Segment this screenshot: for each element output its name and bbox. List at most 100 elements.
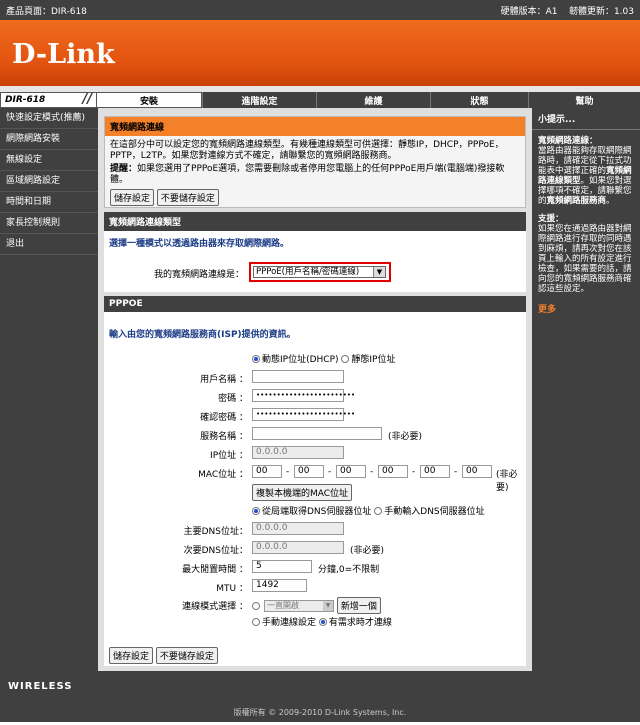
secondary-dns-input[interactable]: 0.0.0.0 <box>252 541 344 554</box>
service-name-input[interactable] <box>252 427 382 440</box>
mac-separator: - <box>286 467 290 477</box>
password-input[interactable]: •••••••••••••••••••••••• <box>252 389 355 402</box>
username-input[interactable] <box>252 370 344 383</box>
intro-title: 寬頻網路連線 <box>105 117 525 136</box>
ip-address-label: IP位址 ： <box>210 451 248 461</box>
mac-separator: - <box>328 467 332 477</box>
confirm-password-label: 確認密碼 ： <box>200 413 248 423</box>
connection-type-selected: PPPoE(用戶名稱/密碼連線) <box>256 267 360 277</box>
idle-time-label: 最大閒置時間 ： <box>182 565 248 575</box>
cancel-button-bottom[interactable]: 不要儲存設定 <box>155 647 218 664</box>
pppoe-title: PPPOE <box>104 296 526 312</box>
hardware-version: 硬體版本：A1 <box>500 6 558 17</box>
copyright: 版權所有 © 2009-2010 D-Link Systems, Inc. <box>0 701 640 722</box>
tab-advanced[interactable]: 進階設定 <box>202 92 316 108</box>
main-navigation: DIR-618 // 安裝 進階設定 維護 狀態 幫助 <box>0 92 640 108</box>
wireless-brand: WIRELESS <box>8 681 73 692</box>
clone-mac-button[interactable]: 複製本機端的MAC位址 <box>252 484 353 501</box>
idle-time-unit: 分鐘,0=不限制 <box>318 565 380 575</box>
bottom-buttons: 儲存設定 不要儲存設定 <box>109 647 218 664</box>
sidebar-item-quick-setup[interactable]: 快速設定模式(推薦) <box>0 108 98 129</box>
cancel-button-top[interactable]: 不要儲存設定 <box>156 189 219 206</box>
dns-manual-label: 手動輸入DNS伺服器位址 <box>384 507 485 517</box>
username-label: 用戶名稱 ： <box>200 375 248 385</box>
mac-optional: (非必要) <box>496 470 518 493</box>
hint-broadband-title: 寬頻網路連線： <box>538 136 598 146</box>
mac-separator: - <box>370 467 374 477</box>
mac-octet-3[interactable]: 00 <box>336 465 366 478</box>
tab-help[interactable]: 幫助 <box>528 92 640 108</box>
idle-time-input[interactable]: 5 <box>252 560 312 573</box>
mac-address-label: MAC位址 ： <box>198 470 248 480</box>
dropdown-arrow-icon[interactable]: ▼ <box>373 267 385 277</box>
radio-dns-manual[interactable] <box>374 506 383 515</box>
footer-bar: WIRELESS <box>0 671 640 701</box>
radio-manual-connect[interactable] <box>252 617 260 626</box>
sidebar-item-logout[interactable]: 退出 <box>0 234 98 255</box>
sidebar-item-wireless[interactable]: 無線設定 <box>0 150 98 171</box>
primary-dns-input[interactable]: 0.0.0.0 <box>252 522 344 535</box>
model-label: DIR-618 // <box>0 92 96 108</box>
slash-decoration-icon: // <box>82 92 93 107</box>
radio-dynamic-ip[interactable] <box>252 354 260 363</box>
sidebar-item-time[interactable]: 時間和日期 <box>0 192 98 213</box>
manual-connect-label: 手動連線設定 <box>262 618 317 628</box>
secondary-dns-optional: (非必要) <box>350 546 385 556</box>
secondary-dns-label: 次要DNS位址： <box>183 546 248 556</box>
tab-maintenance[interactable]: 維護 <box>316 92 430 108</box>
radio-on-demand[interactable] <box>318 617 327 626</box>
sidebar-item-lan[interactable]: 區域網路設定 <box>0 171 98 192</box>
intro-note-label: 提醒： <box>110 164 138 174</box>
connection-type-prompt: 選擇一種模式以透過路由器來存取網際網路。 <box>109 239 290 249</box>
password-label: 密碼 ： <box>218 394 248 404</box>
service-name-label: 服務名稱 ： <box>200 432 248 442</box>
mac-octet-4[interactable]: 00 <box>378 465 408 478</box>
on-demand-label: 有需求時才連線 <box>328 618 392 628</box>
tab-status[interactable]: 狀態 <box>430 92 528 108</box>
hint-support-text: 如果您在通過路由器對網際網路進行存取的同時遇到麻煩，請再次對您在該頁上輸入的所有… <box>538 224 632 294</box>
product-page-label: 產品頁面：DIR-618 <box>6 6 87 17</box>
more-link[interactable]: 更多 <box>532 294 640 323</box>
sidebar-item-parental[interactable]: 家長控制規則 <box>0 213 98 234</box>
connect-mode-row: 一直開啟 ▼ 新增一個 <box>252 597 381 614</box>
confirm-password-input[interactable]: •••••••••••••••••••••••• <box>252 408 355 421</box>
radio-dns-auto[interactable] <box>252 506 260 515</box>
primary-dns-label: 主要DNS位址： <box>183 527 248 537</box>
intro-description: 在這部分中可以設定您的寬頻網路連線類型。有幾種連線類型可供選擇：靜態IP，DHC… <box>110 140 504 161</box>
connection-type-select[interactable]: PPPoE(用戶名稱/密碼連線) ▼ <box>253 266 386 278</box>
connection-type-title: 寬頻網路連線類型 <box>104 212 526 231</box>
top-info-bar: 產品頁面：DIR-618 硬體版本：A1 韌體更新：1.03 <box>0 0 640 20</box>
mtu-input[interactable]: 1492 <box>252 579 307 592</box>
save-button-top[interactable]: 儲存設定 <box>110 189 155 206</box>
connect-type-group: 手動連線設定 有需求時才連線 <box>252 615 392 628</box>
ip-mode-group: 動態IP位址(DHCP) 靜態IP位址 <box>252 352 395 365</box>
header-banner: D-Link <box>0 20 640 86</box>
hint-broadband-bold2: 寬頻網路服務商 <box>546 196 607 206</box>
intro-buttons: 儲存設定 不要儲存設定 <box>105 186 525 209</box>
schedule-select[interactable]: 一直開啟 ▼ <box>264 599 334 612</box>
mac-separator: - <box>412 467 416 477</box>
ip-address-input[interactable]: 0.0.0.0 <box>252 446 344 459</box>
connect-mode-label: 連線模式選擇 ： <box>182 602 248 612</box>
mac-octet-2[interactable]: 00 <box>294 465 324 478</box>
mac-octet-1[interactable]: 00 <box>252 465 282 478</box>
mac-octet-6[interactable]: 00 <box>462 465 492 478</box>
save-button-bottom[interactable]: 儲存設定 <box>109 647 154 664</box>
hints-panel: 小提示... 寬頻網路連線： 當路由器能夠存取網際網路時，請確定從下拉式功能表中… <box>532 108 640 671</box>
mac-octet-5[interactable]: 00 <box>420 465 450 478</box>
hint-support: 支援： 如果您在通過路由器對網際網路進行存取的同時遇到麻煩，請再次對您在該頁上輸… <box>532 206 640 294</box>
add-schedule-button[interactable]: 新增一個 <box>336 597 381 614</box>
sidebar: 快速設定模式(推薦) 網際網路安裝 無線設定 區域網路設定 時間和日期 家長控制… <box>0 108 98 671</box>
mtu-label: MTU ： <box>216 584 248 594</box>
radio-always-on[interactable] <box>252 601 260 610</box>
sidebar-item-internet[interactable]: 網際網路安裝 <box>0 129 98 150</box>
radio-static-ip[interactable] <box>341 354 350 363</box>
static-ip-label: 靜態IP位址 <box>351 355 396 365</box>
hints-title: 小提示... <box>532 108 640 130</box>
schedule-dropdown-icon[interactable]: ▼ <box>323 600 333 611</box>
pppoe-section: PPPOE 輸入由您的寬頻網路服務商(ISP)提供的資訊。 動態IP位址(DHC… <box>104 296 526 666</box>
hint-broadband-text-c: 。 <box>606 196 615 206</box>
intro-section: 寬頻網路連線 在這部分中可以設定您的寬頻網路連線類型。有幾種連線類型可供選擇：靜… <box>104 116 526 208</box>
tab-setup[interactable]: 安裝 <box>96 92 202 108</box>
connection-type-label: 我的寬頻網路連線是： <box>153 270 244 280</box>
